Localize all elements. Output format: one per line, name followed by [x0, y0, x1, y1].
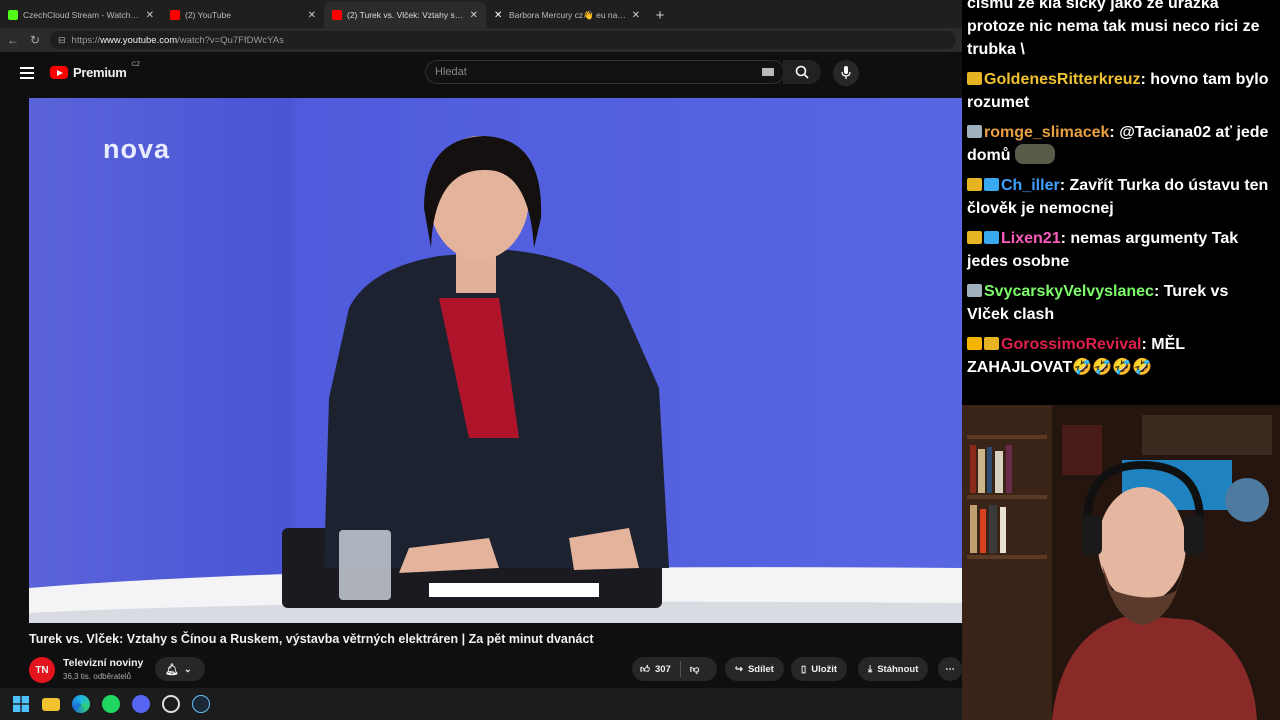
download-label: Stáhnout: [877, 663, 919, 675]
tab-label: CzechCloud Stream - Watch Live o: [23, 10, 141, 20]
chat-message: romge_slimacek: @Taciana02 ať jede domů: [967, 124, 1269, 164]
divider: [679, 661, 681, 677]
chat-message: Lixen21: nemas argumenty Tak jedes osobn…: [967, 230, 1239, 270]
webcam-scene: [962, 405, 1280, 720]
spotify-icon[interactable]: [102, 695, 120, 713]
gold-badge-icon: [967, 72, 982, 85]
url-text: https://www.youtube.com/watch?v=Qu7FfDWc…: [71, 34, 284, 46]
chat-message: GoldenesRitterkreuz: hovno tam bylo rozu…: [967, 71, 1269, 111]
video-player[interactable]: nova: [29, 98, 962, 623]
download-icon: ⤓: [868, 663, 873, 675]
streamer-webcam: [962, 405, 1280, 720]
edge-icon[interactable]: [72, 695, 90, 713]
tab-czechcloud[interactable]: CzechCloud Stream - Watch Live o ✕: [0, 2, 162, 28]
close-icon[interactable]: ✕: [470, 10, 478, 21]
logo-region: CZ: [131, 61, 141, 68]
tab-label: Barbora Mercury cz👋 eu na platfo: [509, 9, 627, 20]
cube-badge-icon: [984, 231, 999, 244]
thumbs-down-icon[interactable]: 👎︎: [690, 663, 700, 675]
chat-username[interactable]: GorossimoRevival: [1001, 336, 1142, 353]
obs-icon[interactable]: [162, 695, 180, 713]
gold-badge-icon: [984, 337, 999, 350]
search-placeholder: Hledat: [435, 66, 467, 78]
windows-start-icon[interactable]: [12, 695, 30, 713]
taskbar: [0, 688, 962, 720]
news-anchor-scene: [29, 136, 962, 623]
youtube-icon: [170, 10, 180, 20]
close-icon[interactable]: ✕: [308, 10, 316, 21]
youtube-logo[interactable]: Premium CZ: [50, 61, 140, 80]
subscriber-count: 36,3 tis. odběratelů: [63, 672, 132, 681]
bookmark-icon: ▯: [801, 663, 807, 675]
search-button[interactable]: [783, 60, 821, 84]
share-icon: ↪: [735, 663, 743, 675]
stream-chat: cismu ze kla sicky jako ze urazka protoz…: [962, 0, 1280, 405]
silver-badge-icon: [967, 125, 982, 138]
more-icon: ⋯: [945, 663, 955, 675]
reload-icon[interactable]: ↻: [28, 33, 42, 47]
bell-icon: 🔔︎: [165, 663, 179, 676]
gold-badge-icon: [967, 178, 982, 191]
logo-text: Premium: [73, 65, 127, 80]
microphone-icon: [841, 66, 851, 79]
chat-username[interactable]: SvycarskyVelvyslanec: [984, 283, 1154, 300]
new-tab-button[interactable]: +: [648, 2, 672, 28]
menu-icon[interactable]: [20, 66, 34, 84]
chat-username[interactable]: Lixen21: [1001, 230, 1061, 247]
tab-video[interactable]: (2) Turek vs. Vlček: Vztahy s Čínou ✕: [324, 2, 486, 28]
save-button[interactable]: ▯ Uložit: [791, 657, 848, 681]
share-label: Sdílet: [747, 663, 774, 675]
share-button[interactable]: ↪ Sdílet: [725, 657, 784, 681]
url-field[interactable]: ⊟ https://www.youtube.com/watch?v=Qu7FfD…: [50, 31, 956, 49]
gold-badge-icon: [967, 231, 982, 244]
kick-icon: [8, 10, 18, 20]
notification-subscription-button[interactable]: 🔔︎ ⌄: [155, 657, 205, 681]
tab-label: (2) Turek vs. Vlček: Vztahy s Čínou: [347, 10, 465, 20]
close-icon[interactable]: ✕: [146, 10, 154, 21]
chat-username[interactable]: GoldenesRitterkreuz: [984, 71, 1140, 88]
chat-text: cismu ze kla sicky jako ze urazka protoz…: [967, 0, 1260, 58]
browser-tab-bar: CzechCloud Stream - Watch Live o ✕ (2) Y…: [0, 0, 962, 28]
thumbs-up-icon[interactable]: 👍︎: [640, 663, 650, 675]
discord-icon[interactable]: [132, 695, 150, 713]
file-explorer-icon[interactable]: [42, 697, 60, 711]
channel-name[interactable]: Televizní noviny: [63, 657, 143, 669]
chat-username[interactable]: romge_slimacek: [984, 124, 1109, 141]
chat-message: Ch_iller: Zavřít Turka do ústavu ten člo…: [967, 177, 1269, 217]
download-button[interactable]: ⤓ Stáhnout: [858, 657, 929, 681]
tab-x[interactable]: ✕ Barbora Mercury cz👋 eu na platfo ✕: [486, 2, 648, 28]
youtube-icon: [332, 10, 342, 20]
more-actions-button[interactable]: ⋯: [938, 657, 962, 681]
cube-badge-icon: [984, 178, 999, 191]
silver-badge-icon: [967, 284, 982, 297]
crown-badge-icon: [967, 337, 982, 350]
chevron-down-icon: ⌄: [183, 663, 192, 674]
video-title: Turek vs. Vlček: Vztahy s Čínou a Ruskem…: [29, 632, 594, 646]
search-input[interactable]: Hledat: [425, 60, 785, 84]
search-icon: [795, 65, 809, 79]
site-info-icon[interactable]: ⊟: [58, 35, 66, 46]
keyboard-icon[interactable]: [762, 68, 774, 76]
channel-avatar[interactable]: TN: [29, 657, 55, 683]
chat-username[interactable]: Ch_iller: [1001, 177, 1060, 194]
chat-message: SvycarskyVelvyslanec: Turek vs Vlček cla…: [967, 283, 1229, 323]
back-icon[interactable]: ←: [6, 33, 20, 47]
x-icon: ✕: [494, 10, 503, 21]
address-bar-row: ← ↻ ⊟ https://www.youtube.com/watch?v=Qu…: [0, 28, 962, 52]
emote-icon: [1015, 144, 1055, 164]
youtube-play-icon: [50, 66, 68, 79]
close-icon[interactable]: ✕: [632, 10, 640, 21]
voice-search-button[interactable]: [833, 60, 859, 86]
tab-label: (2) YouTube: [185, 10, 231, 20]
tab-youtube[interactable]: (2) YouTube ✕: [162, 2, 324, 28]
chat-message: GorossimoRevival: MĚL ZAHAJLOVAT🤣🤣🤣🤣: [967, 336, 1185, 376]
steam-icon[interactable]: [192, 695, 210, 713]
save-label: Uložit: [811, 663, 838, 675]
like-dislike-group: 👍︎ 307 👎︎: [632, 657, 717, 681]
like-count[interactable]: 307: [655, 664, 671, 675]
chat-message: cismu ze kla sicky jako ze urazka protoz…: [967, 0, 1274, 61]
youtube-page: Premium CZ Hledat nova Turek vs. Vlček: …: [0, 52, 962, 688]
